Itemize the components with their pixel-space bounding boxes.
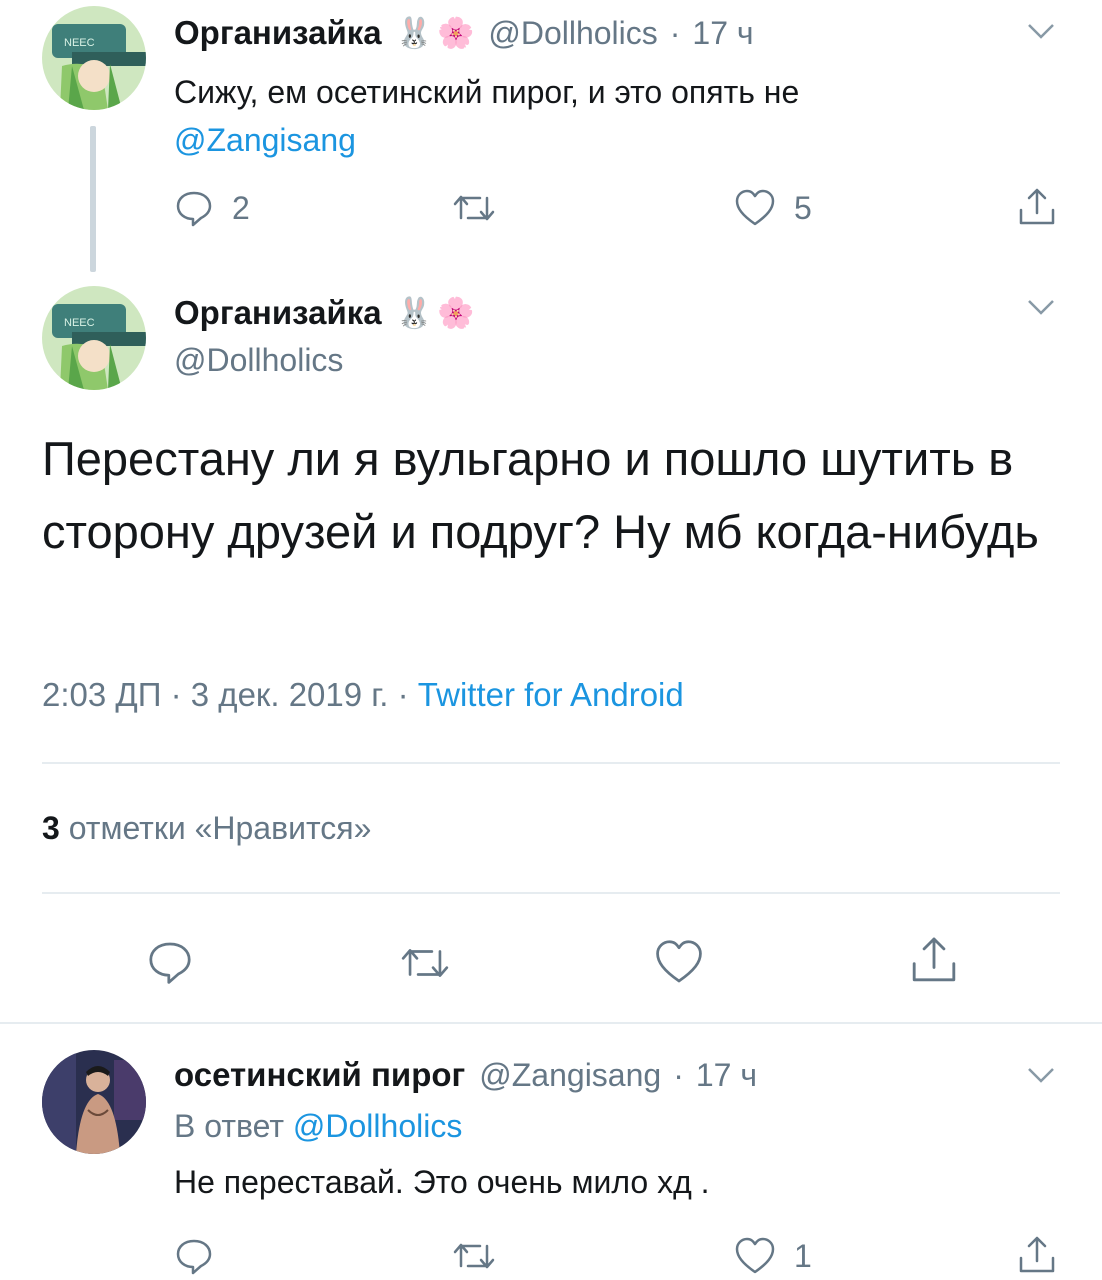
mention-link[interactable]: @Zangisang — [174, 116, 1054, 164]
share-button[interactable] — [908, 934, 960, 991]
flower-emoji: 🌸 — [436, 296, 475, 330]
divider — [42, 762, 1060, 764]
share-button[interactable] — [1016, 186, 1058, 228]
tweet-text: Перестану ли я вульгарно и пошло шутить … — [42, 432, 1039, 558]
chevron-down-icon[interactable] — [1026, 298, 1056, 316]
rabbit-emoji: 🐰 — [395, 16, 433, 50]
share-icon — [1019, 188, 1055, 225]
svg-text:NEEC: NEEC — [64, 317, 95, 329]
share-icon — [912, 937, 956, 982]
handle[interactable]: @Dollholics — [174, 342, 343, 379]
avatar[interactable] — [42, 1050, 146, 1154]
divider — [42, 892, 1060, 894]
like-count: 5 — [794, 189, 812, 226]
heart-icon — [735, 189, 775, 226]
tweet-text-body: Сижу, ем осетинский пирог, и это опять н… — [174, 74, 800, 110]
display-name[interactable]: Организайка — [174, 14, 382, 52]
tweet-text: Не переставай. Это очень мило хд . — [174, 1164, 710, 1200]
display-name[interactable]: Организайка — [174, 294, 382, 332]
heart-icon — [735, 1237, 775, 1274]
retweet-icon — [453, 1243, 495, 1269]
rabbit-emoji: 🐰 — [395, 296, 433, 330]
retweet-button[interactable] — [452, 1236, 514, 1276]
share-button[interactable] — [1016, 1234, 1058, 1276]
tweet-text: Сижу, ем осетинский пирог, и это опять н… — [174, 68, 1054, 164]
share-icon — [1019, 1236, 1055, 1273]
handle[interactable]: @Zangisang — [479, 1057, 661, 1094]
reply-icon — [176, 1239, 212, 1275]
heart-icon — [656, 940, 702, 983]
likes-count: 3 — [42, 810, 60, 846]
svg-text:NEEC: NEEC — [64, 37, 95, 49]
tweet-header: Организайка 🐰 🌸 — [174, 294, 474, 332]
flower-emoji: 🌸 — [436, 16, 475, 50]
chevron-down-icon[interactable] — [1026, 1066, 1056, 1084]
tweet-time[interactable]: 17 ч — [696, 1057, 757, 1094]
reply-context: В ответ @Dollholics — [174, 1108, 462, 1145]
reply-button[interactable]: 2 — [174, 188, 250, 228]
section-divider — [0, 1022, 1102, 1024]
tweet-header: осетинский пирог @Zangisang · 17 ч — [174, 1056, 757, 1094]
like-count: 1 — [794, 1237, 812, 1274]
display-name[interactable]: осетинский пирог — [174, 1056, 465, 1094]
chevron-down-icon[interactable] — [1026, 22, 1056, 40]
source-link[interactable]: Twitter for Android — [418, 676, 684, 713]
reply-button[interactable] — [174, 1236, 232, 1276]
reply-button[interactable] — [146, 938, 194, 991]
like-button[interactable] — [654, 938, 704, 991]
like-button[interactable]: 5 — [734, 188, 812, 228]
thread-line — [90, 126, 96, 272]
reply-icon — [176, 191, 212, 227]
separator-dot: · — [669, 14, 681, 51]
likes-summary[interactable]: 3 отметки «Нравится» — [42, 810, 371, 847]
tweet-time[interactable]: 17 ч — [692, 15, 753, 52]
separator-dot: · — [673, 1056, 684, 1093]
retweet-icon — [401, 949, 449, 977]
reply-to-link[interactable]: @Dollholics — [293, 1108, 462, 1144]
retweet-button[interactable] — [398, 940, 452, 991]
reply-count: 2 — [232, 189, 250, 226]
retweet-icon — [453, 195, 495, 221]
avatar[interactable]: NEEC — [42, 286, 146, 390]
reply-to-label: В ответ — [174, 1108, 285, 1144]
tweet-header: Организайка 🐰 🌸 @Dollholics · 17 ч — [174, 14, 754, 52]
timestamp: 2:03 ДП · 3 дек. 2019 г. · — [42, 676, 418, 713]
reply-icon — [149, 942, 191, 984]
like-button[interactable]: 1 — [734, 1236, 812, 1276]
handle[interactable]: @Dollholics — [488, 15, 657, 52]
avatar[interactable]: NEEC — [42, 6, 146, 110]
likes-label: отметки «Нравится» — [68, 810, 372, 846]
tweet-meta: 2:03 ДП · 3 дек. 2019 г. · Twitter for A… — [42, 676, 684, 714]
retweet-button[interactable] — [452, 188, 514, 228]
